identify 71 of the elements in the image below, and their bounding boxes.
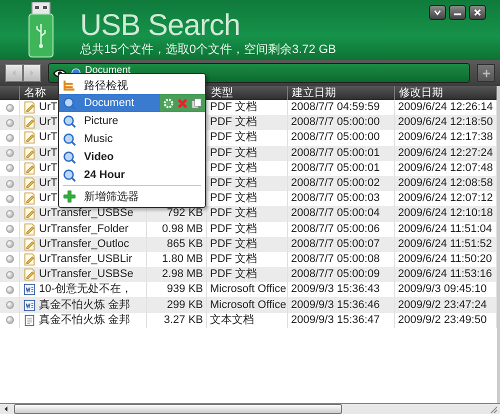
file-name: UrT [39, 115, 58, 130]
app-title: USB Search [80, 10, 242, 42]
file-type: PDF 文档 [210, 115, 258, 130]
file-type: PDF 文档 [210, 130, 258, 146]
file-name: UrT [39, 160, 58, 176]
file-name: 真金不怕火炼 金邦 [39, 312, 130, 328]
created-date: 2008/7/7 04:59:59 [291, 100, 380, 116]
file-type: PDF 文档 [210, 146, 258, 161]
file-name: UrTransfer_USBLir [39, 252, 132, 267]
created-date: 2008/7/7 05:00:01 [291, 146, 380, 161]
modified-date: 2009/6/24 12:27:24 [398, 146, 493, 161]
modified-date: 2009/6/24 11:51:52 [398, 236, 492, 252]
file-name: 真金不怕火炼 金邦 [39, 298, 130, 313]
file-size: 865 KB [166, 236, 203, 252]
file-name: UrT [39, 146, 58, 161]
file-size: 299 KB [166, 298, 203, 313]
created-date: 2008/7/7 05:00:00 [291, 115, 380, 130]
file-name: UrT [39, 100, 58, 116]
file-type: Microsoft Office [210, 282, 286, 298]
file-name: UrTransfer_Outloc [39, 236, 130, 252]
file-name: UrT [39, 176, 58, 192]
file-type: PDF 文档 [210, 160, 258, 176]
modified-date: 2009/9/3 09:45:10 [398, 282, 487, 298]
created-date: 2008/7/7 05:00:07 [291, 236, 380, 252]
modified-date: 2009/6/24 12:10:18 [398, 206, 493, 222]
file-type: PDF 文档 [210, 206, 258, 222]
created-date: 2009/9/3 15:36:43 [291, 282, 380, 298]
modified-date: 2009/6/24 12:08:58 [398, 176, 493, 192]
created-date: 2008/7/7 05:00:03 [291, 191, 380, 206]
file-size: 0.98 MB [162, 222, 203, 237]
created-date: 2008/7/7 05:00:06 [291, 222, 380, 237]
created-date: 2009/9/3 15:36:47 [291, 312, 380, 328]
file-name: UrT [39, 130, 58, 146]
file-size: 792 KB [166, 206, 203, 222]
file-type: PDF 文档 [210, 267, 258, 282]
file-name: UrTransfer_USBSe [39, 206, 134, 222]
created-date: 2008/7/7 05:00:01 [291, 160, 380, 176]
created-date: 2008/7/7 05:00:09 [291, 267, 380, 282]
created-date: 2008/7/7 05:00:00 [291, 130, 380, 146]
file-size: 3.27 KB [164, 312, 203, 328]
modified-date: 2009/6/24 11:50:20 [398, 252, 492, 267]
file-name: UrT [39, 191, 58, 206]
file-size: 2.98 MB [162, 267, 203, 282]
modified-date: 2009/6/24 12:26:14 [398, 100, 493, 116]
file-size: 1.80 MB [162, 252, 203, 267]
file-type: 文本文档 [210, 312, 254, 328]
modified-date: 2009/6/24 11:53:16 [398, 267, 492, 282]
created-date: 2008/7/7 05:00:04 [291, 206, 380, 222]
file-type: Microsoft Office [210, 298, 286, 313]
file-type: PDF 文档 [210, 236, 258, 252]
modified-date: 2009/9/2 23:49:50 [398, 312, 487, 328]
modified-date: 2009/6/24 12:07:12 [398, 191, 493, 206]
file-type: PDF 文档 [210, 191, 258, 206]
modified-date: 2009/6/24 12:17:38 [398, 130, 493, 146]
modified-date: 2009/6/24 12:18:50 [398, 115, 493, 130]
created-date: 2008/7/7 05:00:02 [291, 176, 380, 192]
file-size: 939 KB [166, 282, 203, 298]
file-type: PDF 文档 [210, 222, 258, 237]
created-date: 2009/9/3 15:36:46 [291, 298, 380, 313]
file-type: PDF 文档 [210, 176, 258, 192]
file-type: PDF 文档 [210, 252, 258, 267]
modified-date: 2009/6/24 12:07:48 [398, 160, 493, 176]
status-summary: 总共15个文件，选取0个文件，空间剩余3.72 GB [80, 42, 336, 56]
file-name: UrTransfer_Folder [39, 222, 128, 237]
file-name: 10-创意无处不在， [39, 282, 132, 298]
filter-value: Document [85, 65, 131, 77]
modified-date: 2009/9/2 23:47:24 [398, 298, 487, 313]
modified-date: 2009/6/24 11:51:04 [398, 222, 492, 237]
file-name: UrTransfer_USBSe [39, 267, 134, 282]
created-date: 2008/7/7 05:00:08 [291, 252, 380, 267]
file-type: PDF 文档 [210, 100, 258, 116]
